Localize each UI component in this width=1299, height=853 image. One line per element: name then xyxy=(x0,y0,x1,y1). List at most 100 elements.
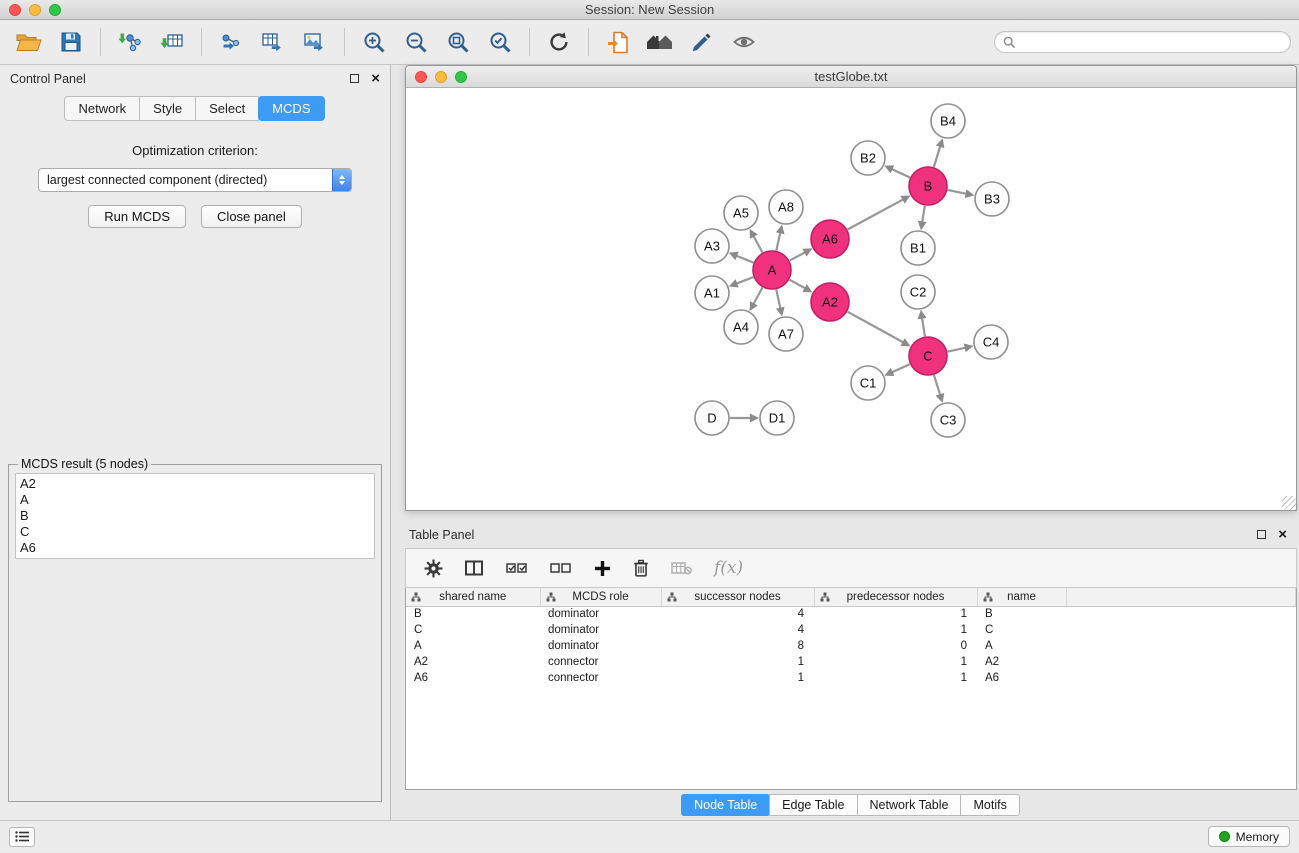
graph-node-A2[interactable]: A2 xyxy=(811,283,849,321)
graph-node-B4[interactable]: B4 xyxy=(931,104,965,138)
unselect-all-columns-icon[interactable] xyxy=(550,562,572,574)
delete-table-icon[interactable] xyxy=(671,561,692,575)
toolbar-search[interactable] xyxy=(994,31,1291,53)
graph-node-A[interactable]: A xyxy=(753,251,791,289)
graph-edge-A-A3[interactable] xyxy=(736,256,753,263)
graph-node-A8[interactable]: A8 xyxy=(769,190,803,224)
graph-node-A4[interactable]: A4 xyxy=(724,310,758,344)
search-input[interactable] xyxy=(1021,35,1282,49)
table-row[interactable]: Cdominator41C xyxy=(406,622,1296,638)
tab-mcds[interactable]: MCDS xyxy=(258,96,324,121)
tab-motifs[interactable]: Motifs xyxy=(960,794,1019,816)
graph-edge-A-A7[interactable] xyxy=(776,290,780,309)
annotation-pen-icon[interactable] xyxy=(681,24,723,60)
tab-select[interactable]: Select xyxy=(195,96,259,121)
mcds-result-list[interactable]: A2ABCA6 xyxy=(15,473,375,559)
network-window-titlebar[interactable]: testGlobe.txt xyxy=(406,66,1296,88)
graph-node-C2[interactable]: C2 xyxy=(901,275,935,309)
graph-node-A3[interactable]: A3 xyxy=(695,229,729,263)
zoom-in-icon[interactable] xyxy=(353,24,395,60)
close-panel-icon[interactable]: × xyxy=(371,71,380,86)
column-header-shared-name[interactable]: shared name xyxy=(406,588,540,606)
graph-node-C4[interactable]: C4 xyxy=(974,325,1008,359)
graph-edge-A-A1[interactable] xyxy=(736,277,753,284)
float-table-panel-icon[interactable] xyxy=(1257,530,1266,539)
graph-edge-A-A6[interactable] xyxy=(790,252,806,260)
node-table[interactable]: shared name MCDS role successor nodes xyxy=(405,588,1297,790)
mcds-result-item[interactable]: A xyxy=(16,492,374,508)
tab-network[interactable]: Network xyxy=(64,96,140,121)
tab-node-table[interactable]: Node Table xyxy=(681,794,770,816)
network-canvas[interactable]: B4 B2 B B3 A5 A8A6 B1 A3 A C2 A1 A2 A4 A7 C4 C C1 C3 D D1 xyxy=(406,88,1296,510)
mcds-result-item[interactable]: A6 xyxy=(16,540,374,556)
column-header-name[interactable]: name xyxy=(977,588,1066,606)
panel-toggle-icon[interactable] xyxy=(9,827,35,847)
graph-edge-A2-C[interactable] xyxy=(848,312,904,343)
mcds-result-item[interactable]: B xyxy=(16,508,374,524)
import-table-icon[interactable] xyxy=(151,24,193,60)
column-header-successor-nodes[interactable]: successor nodes xyxy=(661,588,814,606)
open-session-icon[interactable] xyxy=(8,24,50,60)
import-network-icon[interactable] xyxy=(109,24,151,60)
zoom-out-icon[interactable] xyxy=(395,24,437,60)
float-panel-icon[interactable] xyxy=(350,74,359,83)
eye-icon[interactable] xyxy=(723,24,765,60)
graph-edge-A6-B[interactable] xyxy=(848,199,904,229)
home-icon[interactable] xyxy=(639,24,681,60)
network-close-icon[interactable] xyxy=(415,71,427,83)
table-row[interactable]: Adominator80A xyxy=(406,638,1296,654)
window-resize-grip[interactable] xyxy=(1282,496,1296,510)
add-column-icon[interactable] xyxy=(594,560,611,577)
network-zoom-icon[interactable] xyxy=(455,71,467,83)
table-row[interactable]: A6connector11A6 xyxy=(406,670,1296,686)
graph-node-B2[interactable]: B2 xyxy=(851,141,885,175)
graph-edge-A-A8[interactable] xyxy=(776,232,780,250)
graph-node-C[interactable]: C xyxy=(909,337,947,375)
apply-layout-icon[interactable] xyxy=(538,24,580,60)
delete-column-icon[interactable] xyxy=(633,559,649,577)
tab-edge-table[interactable]: Edge Table xyxy=(769,794,857,816)
export-network-icon[interactable] xyxy=(210,24,252,60)
table-row[interactable]: A2connector11A2 xyxy=(406,654,1296,670)
tab-network-table[interactable]: Network Table xyxy=(857,794,962,816)
graph-edge-B-B4[interactable] xyxy=(934,146,940,167)
graph-node-A1[interactable]: A1 xyxy=(695,276,729,310)
graph-edge-B-B3[interactable] xyxy=(948,190,967,194)
graph-node-B[interactable]: B xyxy=(909,167,947,205)
criterion-dropdown[interactable]: largest connected component (directed) xyxy=(38,168,352,192)
gear-icon[interactable] xyxy=(424,559,443,578)
function-builder-icon[interactable]: f(x) xyxy=(714,558,743,578)
export-image-icon[interactable] xyxy=(294,24,336,60)
graph-node-A7[interactable]: A7 xyxy=(769,317,803,351)
network-minimize-icon[interactable] xyxy=(435,71,447,83)
graph-node-B3[interactable]: B3 xyxy=(975,182,1009,216)
graph-node-A5[interactable]: A5 xyxy=(724,196,758,230)
graph-edge-B-B1[interactable] xyxy=(922,206,925,223)
mcds-result-item[interactable]: C xyxy=(16,524,374,540)
select-all-columns-icon[interactable] xyxy=(506,562,528,574)
close-panel-button[interactable]: Close panel xyxy=(201,205,302,228)
graph-edge-C-C2[interactable] xyxy=(922,318,925,337)
zoom-selected-icon[interactable] xyxy=(479,24,521,60)
graph-node-D[interactable]: D xyxy=(695,401,729,435)
mcds-result-item[interactable]: A2 xyxy=(16,476,374,492)
tab-style[interactable]: Style xyxy=(139,96,196,121)
table-row[interactable]: Bdominator41B xyxy=(406,606,1296,622)
graph-edge-B-B2[interactable] xyxy=(892,169,910,178)
zoom-fit-icon[interactable] xyxy=(437,24,479,60)
graph-edge-A-A4[interactable] xyxy=(753,288,762,305)
close-table-panel-icon[interactable]: × xyxy=(1278,527,1287,542)
run-mcds-button[interactable]: Run MCDS xyxy=(88,205,186,228)
network-graph[interactable]: B4 B2 B B3 A5 A8A6 B1 A3 A C2 A1 A2 A4 A7 C4 C C1 C3 D D1 xyxy=(406,88,1296,510)
graph-node-D1[interactable]: D1 xyxy=(760,401,794,435)
graph-edge-C-C3[interactable] xyxy=(934,375,940,395)
graph-node-A6[interactable]: A6 xyxy=(811,220,849,258)
graph-node-C1[interactable]: C1 xyxy=(851,366,885,400)
graph-edge-C-C4[interactable] xyxy=(948,348,966,352)
show-column-icon[interactable] xyxy=(465,560,484,576)
graph-node-C3[interactable]: C3 xyxy=(931,403,965,437)
column-header-mcds-role[interactable]: MCDS role xyxy=(540,588,661,606)
graph-edge-C-C1[interactable] xyxy=(892,364,910,372)
graph-node-B1[interactable]: B1 xyxy=(901,231,935,265)
column-header-predecessor-nodes[interactable]: predecessor nodes xyxy=(814,588,977,606)
